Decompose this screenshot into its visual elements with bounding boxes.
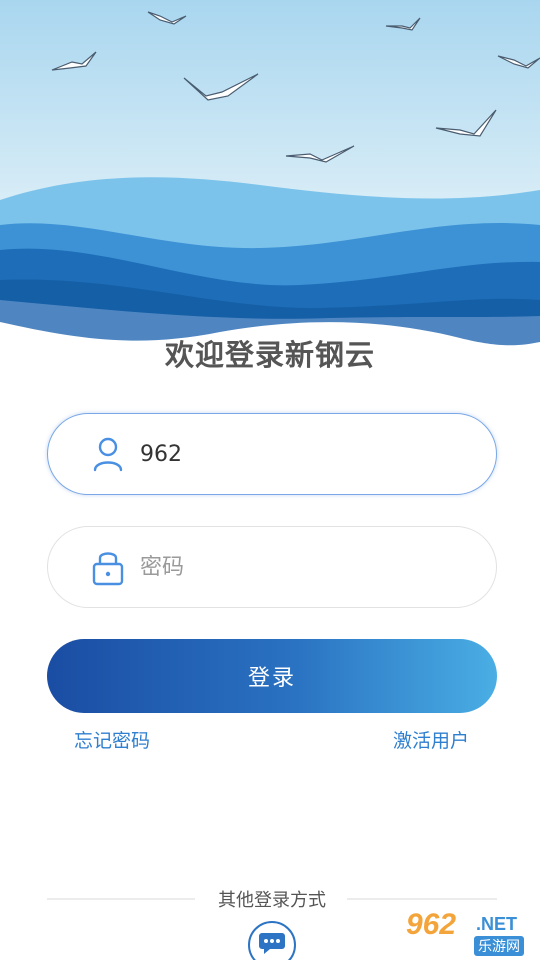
site-watermark: 962 .NET 乐游网 — [400, 908, 540, 960]
password-input[interactable] — [140, 547, 470, 587]
watermark-number: 962 — [406, 908, 457, 941]
chat-login-button[interactable] — [248, 921, 296, 960]
header-illustration — [0, 0, 540, 360]
sea-and-gulls-illustration — [0, 0, 540, 360]
login-button[interactable]: 登录 — [47, 639, 497, 713]
watermark-site: 乐游网 — [474, 936, 524, 956]
divider-line-right — [347, 898, 497, 900]
page-title: 欢迎登录新钢云 — [164, 338, 375, 372]
password-field[interactable] — [47, 526, 497, 608]
activate-user-link[interactable]: 激活用户 — [393, 726, 469, 753]
chat-bubble-icon — [258, 931, 286, 959]
username-input[interactable] — [140, 434, 470, 474]
lock-icon — [90, 547, 126, 587]
forgot-password-link[interactable]: 忘记密码 — [74, 726, 150, 753]
watermark-suffix: .NET — [476, 914, 518, 934]
user-icon — [90, 434, 126, 474]
username-field[interactable] — [47, 413, 497, 495]
